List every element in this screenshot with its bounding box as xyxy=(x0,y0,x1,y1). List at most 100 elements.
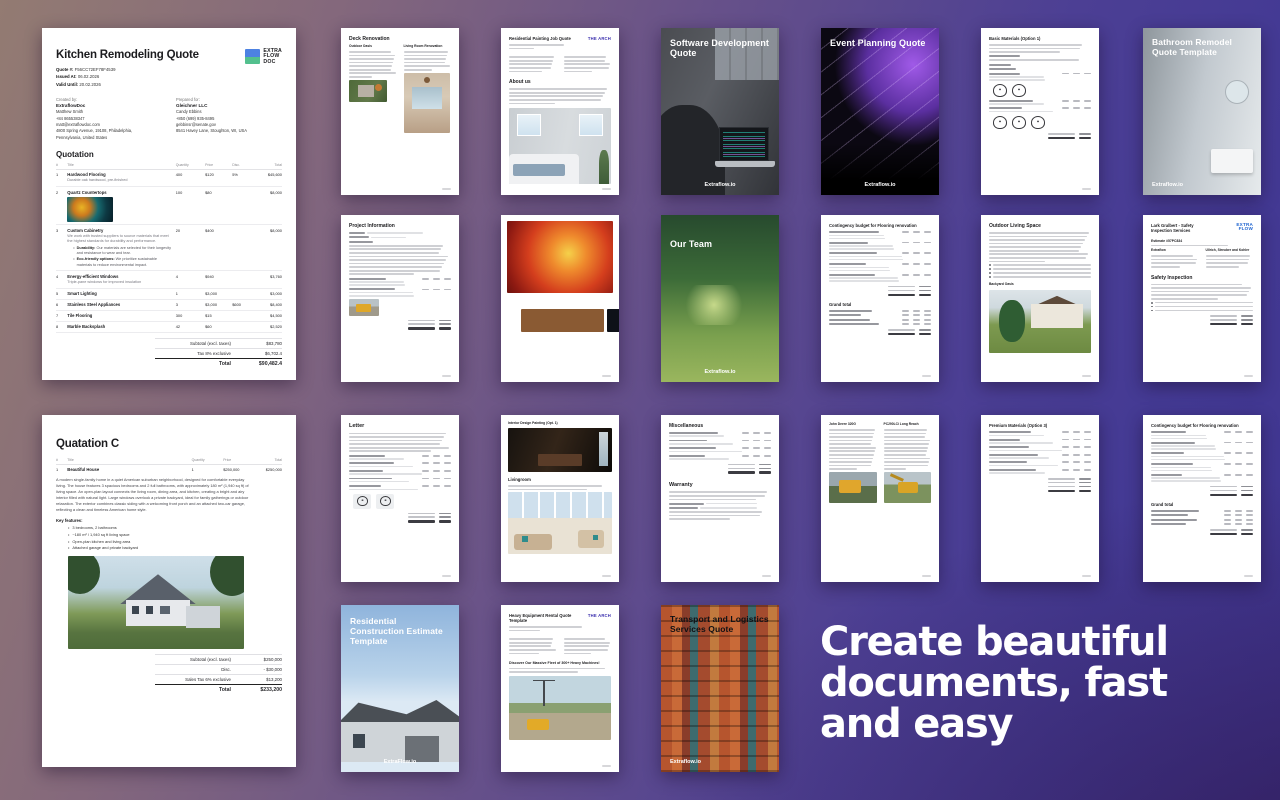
template-card-bathroom-remodel-cover[interactable]: Bathroom Remodel Quote Template Extraflo… xyxy=(1143,28,1261,195)
greek-line xyxy=(902,310,909,312)
greek-line xyxy=(349,489,418,491)
greek-line xyxy=(349,69,391,71)
key-features-list: •3 bedrooms, 2 bathrooms•~180 m² / 1,940… xyxy=(56,525,282,551)
template-card-contingency-budget[interactable]: Contingency budget for Flooring renovati… xyxy=(821,215,939,382)
greek-line xyxy=(349,443,440,445)
greek-line xyxy=(924,263,931,265)
greek-line xyxy=(444,462,451,464)
greek-line xyxy=(509,63,552,65)
greek-line xyxy=(829,256,902,258)
greek-line xyxy=(404,58,447,60)
template-card-project-information[interactable]: Project Information xyxy=(341,215,459,382)
greek-line xyxy=(669,499,756,501)
hero-tagline: Create beautiful documents, fast and eas… xyxy=(820,622,1200,746)
greek-line xyxy=(1210,323,1237,325)
greek-line xyxy=(989,439,1020,441)
template-card-miscellaneous[interactable]: Miscellaneous Warranty xyxy=(661,415,779,582)
greek-line xyxy=(1151,442,1195,444)
template-card-interior-design[interactable]: Interior Design Painting (Opt. 1) Living… xyxy=(501,415,619,582)
greek-line xyxy=(902,231,909,233)
greek-line xyxy=(884,454,926,456)
template-card-our-team-cover[interactable]: Our Team Extraflow.io xyxy=(661,215,779,382)
template-card-outdoor-living[interactable]: Outdoor Living Space Backyard Oasis xyxy=(981,215,1099,382)
template-card-letter[interactable]: Letter xyxy=(341,415,459,582)
bathroom-mirror xyxy=(1225,80,1249,104)
materials-icon xyxy=(376,494,394,509)
greek-line xyxy=(1084,439,1091,441)
table-row xyxy=(829,319,931,321)
plant-icon xyxy=(993,84,1007,97)
greek-line xyxy=(349,273,414,275)
greek-line xyxy=(1151,284,1242,286)
greek-line xyxy=(989,457,1049,459)
greek-line xyxy=(989,461,1027,463)
template-card-equipment-specs[interactable]: John Deere 320G PC290LCi Long Reach xyxy=(821,415,939,582)
greek-line xyxy=(902,314,909,316)
template-card-contingency-budget-2[interactable]: Contingency budget for Flooring renovati… xyxy=(1143,415,1261,582)
greek-line xyxy=(349,450,431,452)
greek-line xyxy=(1084,461,1091,463)
template-card-software-development-cover[interactable]: Software Development Quote Extraflow.io xyxy=(661,28,779,195)
greek-line xyxy=(1079,137,1091,139)
greek-line xyxy=(1048,486,1075,488)
quotation-summary: Subtotal (excl. taxes)$83,780Tax 8% excl… xyxy=(155,338,282,369)
template-card-safety-inspection[interactable]: Lark Gralbert - Safety Inspection Servic… xyxy=(1143,215,1261,382)
greek-line xyxy=(1241,490,1253,492)
greek-line xyxy=(1084,446,1091,448)
item-title: Beautiful House xyxy=(67,467,187,472)
template-card-event-planning-cover[interactable]: Event Planning Quote Extraflow.io xyxy=(821,28,939,195)
template-card-image-gallery[interactable] xyxy=(501,215,619,382)
greek-line xyxy=(1062,461,1069,463)
greek-line xyxy=(349,72,396,74)
page-footer xyxy=(602,575,611,577)
greek-line xyxy=(669,515,760,517)
greek-line xyxy=(1210,494,1237,496)
greek-line xyxy=(564,63,610,65)
greek-line xyxy=(1073,431,1080,433)
summary-row: Sales Tax 6% exclusive$13,200 xyxy=(155,674,282,684)
quote-item-row: 5Smart Lighting1$3,000$3,000 xyxy=(56,289,282,300)
quotation-c-document[interactable]: Quatation C #TitleQuantityPriceTotal1Bea… xyxy=(42,415,296,767)
page-footer xyxy=(1244,375,1253,377)
quote-item-row: 2Quartz Countertops100$80$8,000 xyxy=(56,187,282,225)
greek-line xyxy=(884,443,929,445)
quote-item-row: 4Energy-efficient WindowsTriple-pane win… xyxy=(56,271,282,289)
summary-row xyxy=(669,468,771,470)
kitchen-quote-document[interactable]: Kitchen Remodeling Quote Quote #: F56CC7… xyxy=(42,28,296,380)
greek-line xyxy=(829,450,875,452)
template-card-basic-materials[interactable]: Basic Materials (Option 1) xyxy=(981,28,1099,195)
greek-line xyxy=(1151,448,1216,450)
wheelbarrow-icon xyxy=(993,116,1007,129)
extraflow-io-footer: ExtraFlow.io xyxy=(341,759,459,765)
greek-line xyxy=(433,455,440,457)
greek-line xyxy=(902,319,909,321)
template-card-premium-materials[interactable]: Premium Materials (Option 3) xyxy=(981,415,1099,582)
summary-row xyxy=(989,486,1091,488)
meta-line: Issued At: 06.02.2026 xyxy=(56,73,199,80)
deck-aerial-photo xyxy=(349,80,387,102)
summary-total-row xyxy=(829,333,931,335)
table-row xyxy=(989,454,1091,456)
greek-line xyxy=(919,286,931,288)
template-card-heavy-equipment[interactable]: Heavy Equipment Rental Quote Template TH… xyxy=(501,605,619,772)
table-row xyxy=(1151,452,1253,454)
template-card-transport-logistics-cover[interactable]: Transport and Logistics Services Quote E… xyxy=(661,605,779,772)
greek-line xyxy=(829,248,894,250)
greek-line xyxy=(1210,529,1237,531)
greek-line xyxy=(1246,463,1253,465)
greek-line xyxy=(764,455,771,457)
greek-line xyxy=(919,329,931,331)
summary-row xyxy=(349,320,451,322)
greek-line xyxy=(349,270,440,272)
template-card-residential-painting[interactable]: Residential Painting Job Quote THE ARCH … xyxy=(501,28,619,195)
template-card-deck-renovation[interactable]: Deck Renovation Outdoor Oasis Living Roo… xyxy=(341,28,459,195)
template-card-residential-construction-cover[interactable]: Residential Construction Estimate Templa… xyxy=(341,605,459,772)
greek-line xyxy=(989,431,1031,433)
greek-line xyxy=(913,323,920,325)
item-title: Stainless Steel Appliances xyxy=(67,302,171,307)
quote-item-row: 8Marble Backsplash42$60$2,520 xyxy=(56,322,282,333)
greek-line xyxy=(989,107,1022,109)
greek-line xyxy=(349,458,404,460)
material-icons xyxy=(993,84,1091,97)
extraflow-io-footer: Extraflow.io xyxy=(821,182,939,188)
